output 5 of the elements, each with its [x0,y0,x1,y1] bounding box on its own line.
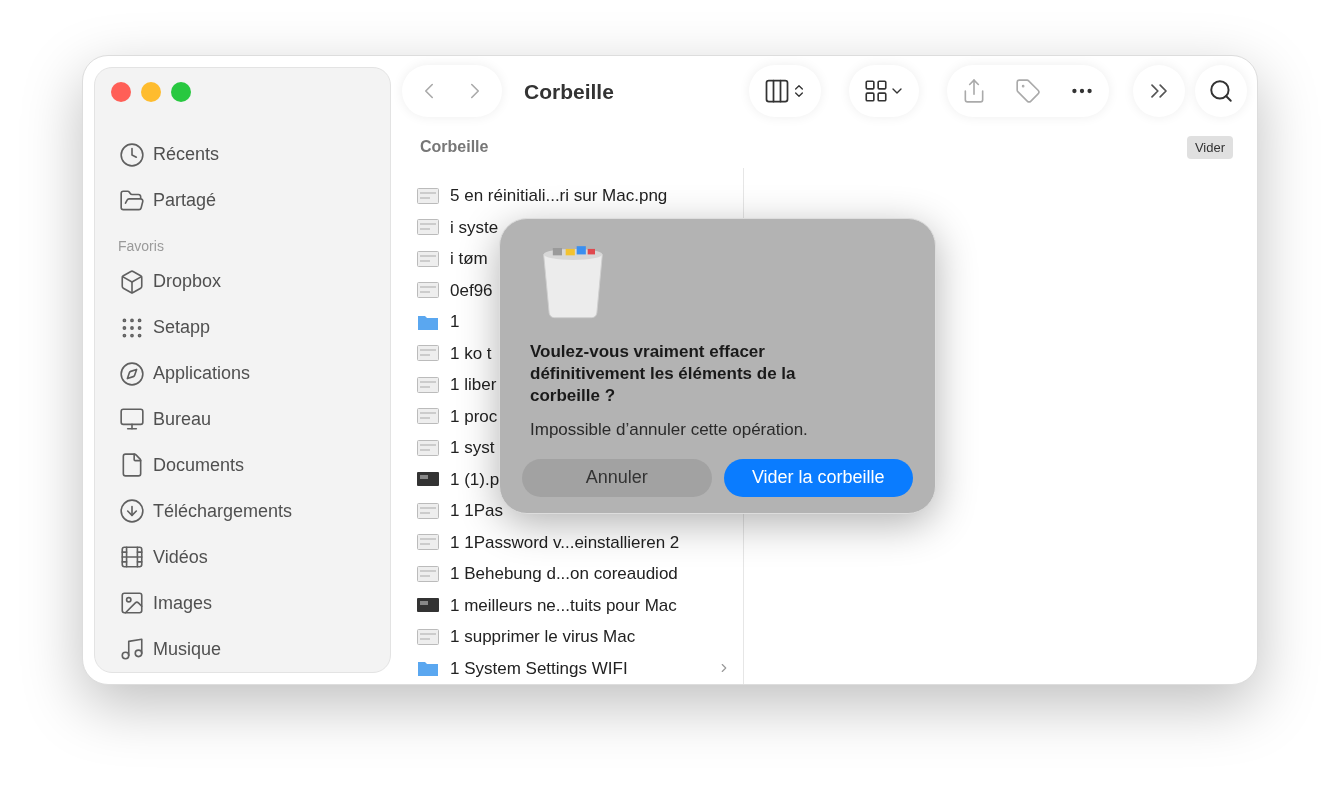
window-title: Corbeille [524,78,615,105]
dialog-title: Voulez-vous vraiment effacer définitivement les éléments de la corbeille ? [529,341,797,407]
section-heading: Favoris [117,236,165,256]
path-header: Corbeille [420,137,489,158]
dialog-message: Impossible d’annuler cette opération. [529,419,809,441]
